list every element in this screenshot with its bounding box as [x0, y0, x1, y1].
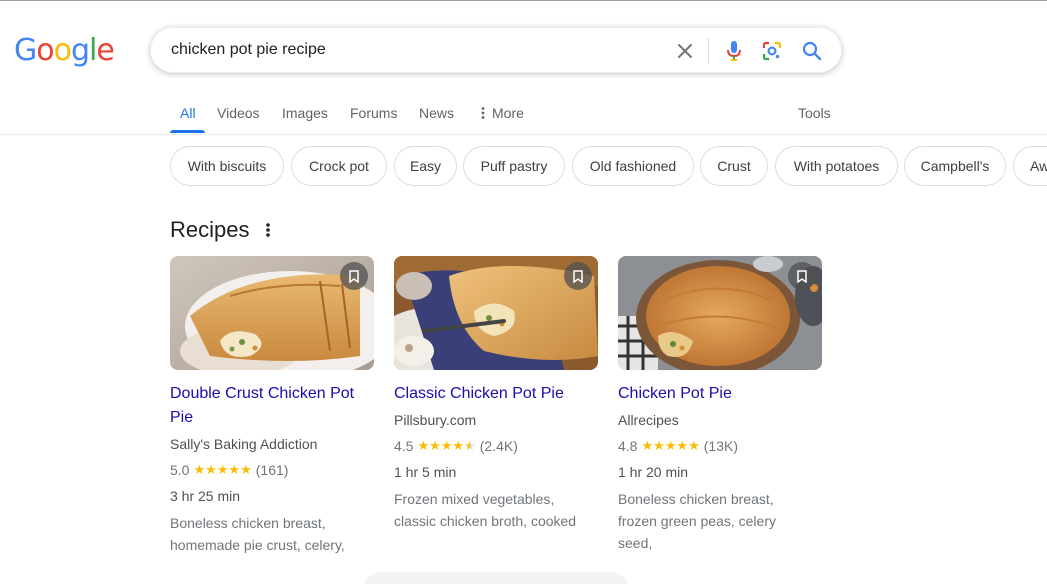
recipe-card[interactable]: Double Crust Chicken Pot Pie Sally's Bak…	[170, 256, 375, 556]
recipe-source: Pillsbury.com	[394, 412, 477, 428]
star-rating-icon: ★★★★★	[417, 438, 476, 453]
tab-images[interactable]: Images	[282, 103, 328, 123]
recipes-heading: Recipes	[170, 217, 250, 242]
recipe-title-link[interactable]: Chicken Pot Pie	[618, 382, 823, 406]
google-logo[interactable]: Google	[14, 32, 115, 70]
ingredients-snippet: Frozen mixed vegetables, classic chicken…	[394, 491, 577, 529]
rating-row: 4.5 ★★★★★ (2.4K)	[394, 436, 599, 456]
ingredients-snippet: Boneless chicken breast, homemade pie cr…	[170, 515, 345, 553]
chip-crock-pot[interactable]: Crock pot	[291, 146, 387, 186]
lens-icon[interactable]	[760, 39, 784, 63]
tab-forums[interactable]: Forums	[350, 103, 397, 123]
clear-icon[interactable]	[673, 39, 697, 63]
chip-with-biscuits[interactable]: With biscuits	[170, 146, 284, 186]
logo-letter: g	[70, 33, 90, 68]
tabs-divider	[0, 134, 1047, 135]
recipe-image[interactable]	[170, 256, 374, 370]
tab-more[interactable]: More	[480, 103, 524, 123]
tools-button[interactable]: Tools	[798, 103, 831, 123]
rating-count: (161)	[255, 462, 289, 478]
logo-letter: e	[96, 33, 114, 68]
rating-value: 4.5	[394, 438, 414, 454]
chip-old-fashioned[interactable]: Old fashioned	[572, 146, 694, 186]
bookmark-icon[interactable]	[340, 262, 368, 290]
logo-letter: o	[53, 33, 72, 68]
cook-time: 1 hr 5 min	[394, 464, 457, 480]
rating-value: 4.8	[618, 438, 638, 454]
chip-campbells[interactable]: Campbell's	[904, 146, 1006, 186]
logo-letter: G	[14, 33, 37, 68]
chip-easy[interactable]: Easy	[394, 146, 457, 186]
bookmark-icon[interactable]	[564, 262, 592, 290]
top-border	[0, 0, 1047, 1]
search-icon[interactable]	[800, 39, 824, 63]
search-input[interactable]	[171, 39, 651, 61]
show-more-button[interactable]	[362, 572, 630, 584]
recipe-image[interactable]	[394, 256, 598, 370]
more-vert-icon	[481, 107, 485, 119]
tab-news[interactable]: News	[419, 103, 454, 123]
bookmark-icon[interactable]	[788, 262, 816, 290]
search-box	[150, 27, 842, 73]
rating-count: (2.4K)	[479, 438, 518, 454]
chip-crust[interactable]: Crust	[700, 146, 768, 186]
recipe-source: Sally's Baking Addiction	[170, 436, 318, 452]
star-rating-icon: ★★★★★	[641, 438, 700, 453]
recipe-title-link[interactable]: Classic Chicken Pot Pie	[394, 382, 599, 406]
rating-row: 5.0 ★★★★★ (161)	[170, 460, 375, 480]
active-tab-indicator	[170, 130, 205, 133]
microphone-icon[interactable]	[722, 39, 746, 63]
logo-letter: o	[36, 33, 54, 68]
recipe-source: Allrecipes	[618, 412, 679, 428]
tab-all[interactable]: All	[180, 103, 196, 123]
more-options-icon[interactable]	[262, 221, 274, 239]
search-divider	[708, 38, 709, 64]
chip-with-potatoes[interactable]: With potatoes	[775, 146, 898, 186]
star-rating-icon: ★★★★★	[193, 462, 252, 477]
rating-count: (13K)	[703, 438, 738, 454]
ingredients-snippet: Boneless chicken breast, frozen green pe…	[618, 491, 776, 551]
rating-value: 5.0	[170, 462, 190, 478]
logo-letter: l	[89, 33, 97, 68]
rating-row: 4.8 ★★★★★ (13K)	[618, 436, 823, 456]
recipe-image[interactable]	[618, 256, 822, 370]
chip-puff-pastry[interactable]: Puff pastry	[463, 146, 565, 186]
refinement-chips: With biscuits Crock pot Easy Puff pastry…	[170, 146, 1047, 186]
recipe-title-link[interactable]: Double Crust Chicken Pot Pie	[170, 382, 375, 430]
recipe-card[interactable]: Chicken Pot Pie Allrecipes 4.8 ★★★★★ (13…	[618, 256, 823, 554]
tab-more-label: More	[492, 105, 524, 121]
tab-videos[interactable]: Videos	[217, 103, 260, 123]
chip-partial[interactable]: Aw	[1013, 146, 1047, 186]
cook-time: 3 hr 25 min	[170, 488, 241, 504]
recipe-card[interactable]: Classic Chicken Pot Pie Pillsbury.com 4.…	[394, 256, 599, 532]
cook-time: 1 hr 20 min	[618, 464, 689, 480]
